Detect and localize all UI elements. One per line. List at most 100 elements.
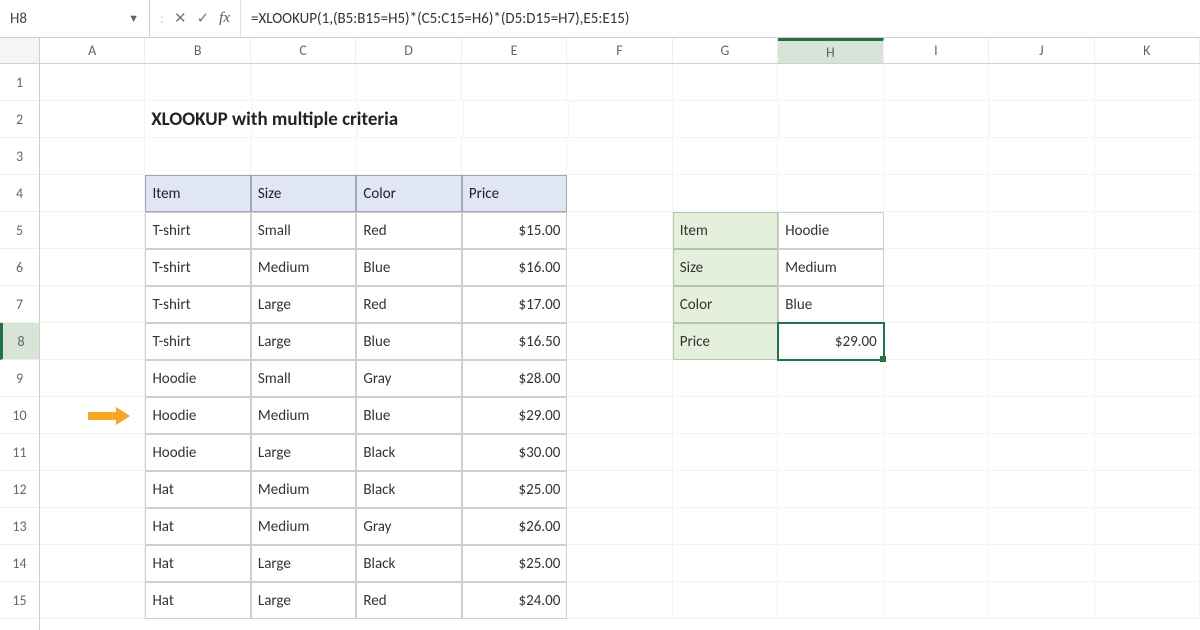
cell[interactable] [567,360,672,397]
cell[interactable] [989,545,1094,582]
cell[interactable] [1095,64,1200,101]
cell[interactable] [778,545,883,582]
lookup-label[interactable]: Item [673,212,778,249]
cell[interactable] [884,249,989,286]
cell[interactable] [1095,212,1200,249]
table-cell[interactable]: Medium [251,508,356,545]
column-header-F[interactable]: F [567,38,672,63]
confirm-icon[interactable]: ✓ [197,9,210,28]
cell[interactable] [40,508,145,545]
table-header[interactable]: Size [251,175,356,212]
column-header-G[interactable]: G [673,38,778,63]
table-cell[interactable]: $15.00 [462,212,567,249]
cell[interactable] [1095,175,1200,212]
cell[interactable] [778,138,883,175]
cell[interactable] [567,471,672,508]
selected-cell[interactable]: $29.00 [778,323,883,360]
cell[interactable] [40,249,145,286]
row-header-6[interactable]: 6 [0,249,39,286]
column-header-A[interactable]: A [40,38,145,63]
cell[interactable] [778,508,883,545]
table-cell[interactable]: Red [356,212,461,249]
cell[interactable] [884,101,989,138]
cell[interactable] [673,360,778,397]
cell[interactable] [673,138,778,175]
table-cell[interactable]: $26.00 [462,508,567,545]
row-header-2[interactable]: 2 [0,101,39,138]
cell[interactable] [1095,138,1200,175]
cell[interactable] [989,286,1094,323]
cell[interactable] [145,64,250,101]
table-cell[interactable]: T-shirt [145,249,250,286]
column-header-B[interactable]: B [145,38,250,63]
cell[interactable] [251,64,356,101]
table-cell[interactable]: $30.00 [462,434,567,471]
lookup-value[interactable]: Hoodie [778,212,883,249]
table-cell[interactable]: Hat [145,582,250,619]
table-cell[interactable]: Gray [356,360,461,397]
cell[interactable] [884,323,989,360]
table-cell[interactable]: $28.00 [462,360,567,397]
cell[interactable] [40,64,145,101]
cell[interactable] [884,545,989,582]
cell[interactable] [1095,323,1200,360]
lookup-label[interactable]: Color [673,286,778,323]
cell[interactable] [989,249,1094,286]
table-cell[interactable]: Large [251,545,356,582]
row-header-12[interactable]: 12 [0,471,39,508]
table-header[interactable]: Item [145,175,250,212]
cell[interactable] [1095,434,1200,471]
row-header-7[interactable]: 7 [0,286,39,323]
cell[interactable] [1095,286,1200,323]
cell[interactable] [674,101,779,138]
column-header-K[interactable]: K [1095,38,1200,63]
select-all-corner[interactable] [0,38,39,64]
cell[interactable] [778,360,883,397]
table-cell[interactable]: T-shirt [145,212,250,249]
table-cell[interactable]: $25.00 [462,545,567,582]
table-cell[interactable]: $24.00 [462,582,567,619]
row-header-11[interactable]: 11 [0,434,39,471]
table-cell[interactable]: Small [251,360,356,397]
table-cell[interactable]: Hat [145,545,250,582]
cancel-icon[interactable]: ✕ [174,9,187,28]
cell[interactable] [673,545,778,582]
cell[interactable] [40,582,145,619]
cell[interactable] [673,434,778,471]
cell[interactable] [464,101,569,138]
table-cell[interactable]: Black [356,545,461,582]
cell[interactable] [990,101,1095,138]
cell[interactable] [567,175,672,212]
grid[interactable]: XLOOKUP with multiple criteriaItemSizeCo… [40,64,1200,619]
table-header[interactable]: Price [462,175,567,212]
table-cell[interactable]: Hoodie [145,397,250,434]
cell[interactable] [567,545,672,582]
cell[interactable] [567,508,672,545]
cell[interactable] [40,212,145,249]
fx-icon[interactable]: fx [219,10,230,27]
column-header-H[interactable]: H [778,38,883,63]
table-cell[interactable]: Blue [356,397,461,434]
row-header-13[interactable]: 13 [0,508,39,545]
lookup-value[interactable]: Medium [778,249,883,286]
cell[interactable] [462,64,567,101]
table-cell[interactable]: Hat [145,471,250,508]
cell[interactable] [884,286,989,323]
cell[interactable] [884,397,989,434]
cell[interactable] [989,397,1094,434]
table-cell[interactable]: Blue [356,249,461,286]
table-cell[interactable]: Hoodie [145,360,250,397]
cell[interactable] [40,138,145,175]
column-header-E[interactable]: E [462,38,567,63]
cell[interactable] [884,360,989,397]
cell[interactable] [40,360,145,397]
table-cell[interactable]: Large [251,323,356,360]
cell[interactable] [989,138,1094,175]
cell[interactable] [884,471,989,508]
cell[interactable] [673,397,778,434]
table-cell[interactable]: Black [356,434,461,471]
lookup-label[interactable]: Size [673,249,778,286]
cell[interactable] [884,434,989,471]
row-header-9[interactable]: 9 [0,360,39,397]
cell[interactable] [673,175,778,212]
